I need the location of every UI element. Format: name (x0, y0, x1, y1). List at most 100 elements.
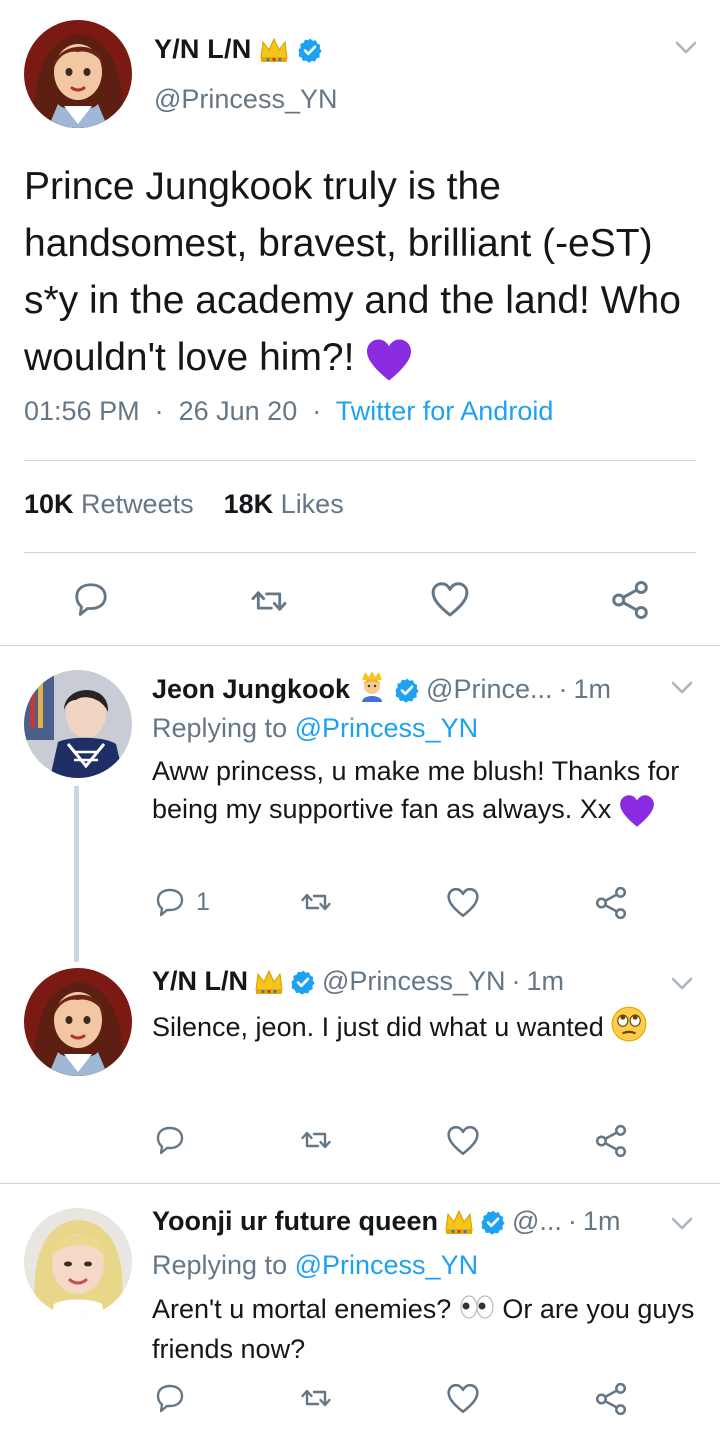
heart-icon (447, 887, 479, 918)
like-button[interactable] (446, 1124, 480, 1158)
replying-label: Replying to (152, 713, 288, 743)
author-handle[interactable]: @Princess_YN (154, 84, 337, 115)
reply-button[interactable] (154, 1382, 186, 1414)
divider (24, 552, 696, 553)
share-button[interactable] (594, 886, 628, 920)
reply-icon (75, 583, 107, 616)
like-button[interactable] (446, 1382, 480, 1416)
chevron-down-icon[interactable] (670, 1216, 694, 1232)
eyes-emoji-icon (459, 1292, 495, 1330)
reply-tweet: Jeon Jungkook @Prince... · 1m Replying t… (0, 646, 720, 962)
author-name[interactable]: Y/N L/N (152, 966, 248, 997)
crown-icon (255, 970, 283, 994)
prince-icon (356, 670, 388, 709)
likes-count: 18K (223, 489, 274, 519)
avatar-image (24, 968, 132, 1076)
tweet-text-part1: Aren't u mortal enemies? (152, 1294, 452, 1324)
author-row[interactable]: Yoonji ur future queen @... · 1m (152, 1206, 620, 1237)
meta-dot: · (147, 396, 172, 426)
verified-badge-icon (290, 968, 316, 995)
tweet-text: Prince Jungkook truly is the handsomest,… (24, 158, 704, 386)
reply-icon (156, 1126, 184, 1155)
tweet-actions (0, 574, 720, 626)
tweet-text-body: Silence, jeon. I just did what u wanted (152, 1012, 604, 1043)
author-handle[interactable]: @... (512, 1206, 562, 1237)
author-row[interactable]: Y/N L/N (154, 34, 324, 65)
avatar[interactable] (24, 1208, 132, 1316)
likes-stat[interactable]: 18K Likes (224, 489, 344, 519)
author-handle[interactable]: @Princess_YN (322, 966, 505, 997)
crown-icon (445, 1210, 473, 1234)
author-row[interactable]: Jeon Jungkook @Prince... · 1m (152, 670, 611, 709)
author-name[interactable]: Yoonji ur future queen (152, 1206, 438, 1237)
avatar[interactable] (24, 670, 132, 778)
tweet-stats: 10K Retweets 18K Likes (24, 489, 344, 520)
tweet-source-link[interactable]: Twitter for Android (336, 396, 554, 426)
tweet-text-body: Prince Jungkook truly is the handsomest,… (24, 165, 681, 379)
share-icon (595, 1382, 627, 1416)
reply-icon (156, 888, 184, 917)
replying-to: Replying to @Princess_YN (152, 713, 478, 744)
tweet-date: 26 Jun 20 (178, 396, 298, 426)
chevron-down-icon[interactable] (670, 680, 694, 696)
retweet-icon (301, 1389, 331, 1407)
tweet-text-body: Aww princess, u make me blush! Thanks fo… (152, 756, 680, 824)
reply-button[interactable] (72, 580, 110, 618)
author-name[interactable]: Y/N L/N (154, 34, 251, 65)
reply-button[interactable] (154, 1124, 186, 1156)
retweet-button[interactable] (298, 886, 334, 918)
like-button[interactable] (430, 580, 470, 620)
retweets-count: 10K (24, 489, 74, 519)
share-icon (612, 581, 648, 619)
purple-heart-icon (367, 339, 412, 381)
heart-icon (447, 1383, 479, 1414)
retweet-icon (301, 893, 331, 911)
like-button[interactable] (446, 886, 480, 920)
share-icon (595, 886, 627, 920)
tweet-actions (0, 1380, 720, 1420)
heart-icon (431, 582, 469, 617)
verified-badge-icon (297, 36, 324, 63)
retweets-stat[interactable]: 10K Retweets (24, 489, 194, 519)
thread-line (74, 786, 79, 962)
share-button[interactable] (594, 1382, 628, 1416)
replying-handle-link[interactable]: @Princess_YN (295, 713, 478, 743)
reply-tweet: Yoonji ur future queen @... · 1m Replyin… (0, 1184, 720, 1446)
reply-tweet: Y/N L/N @Princess_YN · 1m Silence, jeon.… (0, 944, 720, 1184)
heart-icon (447, 1125, 479, 1156)
retweet-icon (251, 591, 287, 611)
tweet-actions (0, 1122, 720, 1162)
replying-handle-link[interactable]: @Princess_YN (295, 1250, 478, 1280)
likes-label: Likes (280, 489, 344, 519)
tweet-time: 1m (582, 1206, 621, 1236)
author-name[interactable]: Jeon Jungkook (152, 674, 350, 705)
verified-badge-icon (480, 1208, 506, 1235)
author-row[interactable]: Y/N L/N @Princess_YN · 1m (152, 966, 564, 997)
tweet-text: Aww princess, u make me blush! Thanks fo… (152, 752, 702, 828)
meta-dot: · (558, 674, 568, 704)
reply-count: 1 (196, 887, 210, 916)
verified-badge-icon (394, 676, 420, 703)
tweet-text: Silence, jeon. I just did what u wanted (152, 1006, 702, 1052)
retweet-icon (301, 1131, 331, 1149)
retweet-button[interactable] (248, 582, 290, 620)
author-handle[interactable]: @Prince... (426, 674, 552, 705)
divider (24, 460, 696, 461)
avatar[interactable] (24, 968, 132, 1076)
tweet-time: 01:56 PM (24, 396, 140, 426)
purple-heart-icon (619, 795, 654, 827)
share-button[interactable] (610, 580, 650, 620)
tweet-text: Aren't u mortal enemies? Or are you guys… (152, 1290, 702, 1368)
tweet-actions: 1 (0, 884, 720, 924)
chevron-down-icon[interactable] (670, 976, 694, 992)
retweet-button[interactable] (298, 1124, 334, 1156)
retweet-button[interactable] (298, 1382, 334, 1414)
chevron-down-icon[interactable] (674, 40, 698, 56)
avatar-image (24, 670, 132, 778)
reply-icon (156, 1384, 184, 1413)
avatar[interactable] (24, 20, 132, 128)
avatar-image (24, 1208, 132, 1316)
reply-button[interactable]: 1 (154, 886, 210, 918)
share-button[interactable] (594, 1124, 628, 1158)
tweet-time: 1m (526, 966, 564, 996)
